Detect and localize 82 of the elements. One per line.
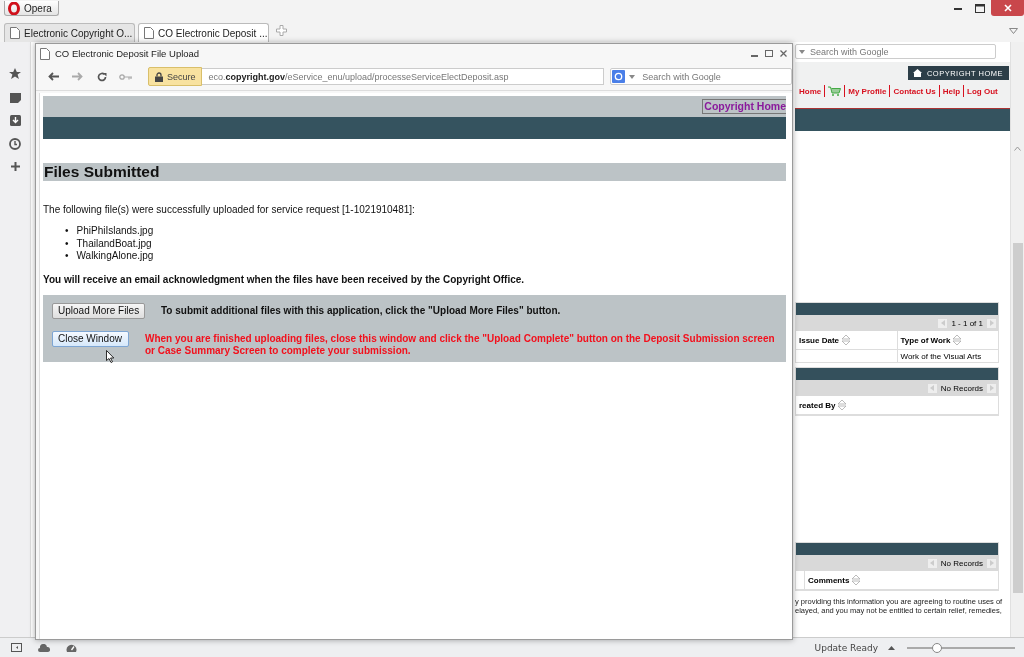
dropdown-caret-icon xyxy=(799,49,805,54)
security-badge[interactable]: Secure xyxy=(147,67,203,86)
file-name: ThailandBoat.jpg xyxy=(76,237,152,250)
nav-link[interactable]: Log Out xyxy=(967,86,998,96)
page-icon xyxy=(144,27,154,39)
cloud-icon[interactable] xyxy=(38,643,50,652)
left-arrow-icon xyxy=(930,560,935,566)
table-cell: Work of the Visual Arts xyxy=(896,350,998,362)
dropdown-caret-icon[interactable] xyxy=(629,74,636,79)
nav-link[interactable]: Help xyxy=(942,86,961,96)
scrollbar-thumb[interactable] xyxy=(1012,243,1023,593)
file-name: PhiPhiIslands.jpg xyxy=(76,225,154,238)
left-arrow-icon xyxy=(940,320,945,326)
plus-icon[interactable] xyxy=(10,162,20,171)
mouse-cursor-icon xyxy=(106,350,115,363)
notice-text: You will receive an email acknowledgment when the files have been received by the Copyright Office. xyxy=(43,273,526,285)
close-window-button[interactable]: Close Window xyxy=(52,330,129,347)
pager-text: 1 - 1 of 1 xyxy=(951,318,983,328)
right-arrow-icon xyxy=(989,320,994,326)
search-field[interactable]: Search with Google xyxy=(610,68,792,85)
scrollbar[interactable] xyxy=(1010,42,1024,637)
star-icon[interactable] xyxy=(9,68,21,80)
minimize-icon xyxy=(954,6,962,10)
search-field[interactable]: Search with Google xyxy=(795,44,996,59)
nav-link[interactable]: My Profile xyxy=(848,86,887,96)
browser-tab[interactable]: CO Electronic Deposit ... xyxy=(138,23,269,42)
nav-link[interactable]: Home xyxy=(799,86,822,96)
list-bullet: • xyxy=(65,237,69,250)
update-status-text[interactable]: Update Ready xyxy=(814,642,878,653)
pager-text: No Records xyxy=(940,383,983,393)
close-button[interactable] xyxy=(991,0,1024,16)
scroll-up-icon[interactable] xyxy=(1014,146,1021,151)
sort-icon[interactable] xyxy=(837,399,848,411)
back-icon[interactable] xyxy=(48,72,60,81)
lock-icon xyxy=(154,71,163,82)
opera-logo-icon xyxy=(8,1,20,15)
house-icon xyxy=(912,69,922,77)
search-engine-icon[interactable] xyxy=(612,70,626,83)
reload-icon[interactable] xyxy=(96,71,107,82)
browser-tab[interactable]: Electronic Copyright O... xyxy=(4,23,135,42)
speedometer-icon[interactable] xyxy=(66,642,77,653)
instruction-text: To submit additional files with this application, click the "Upload More Files" button. xyxy=(161,303,561,317)
sort-icon[interactable] xyxy=(952,334,963,346)
key-icon[interactable] xyxy=(119,73,133,80)
column-header[interactable]: Comments xyxy=(804,571,998,589)
maximize-icon[interactable] xyxy=(765,50,773,57)
triangle-up-icon[interactable] xyxy=(888,645,895,650)
page-icon xyxy=(10,27,20,39)
right-arrow-icon xyxy=(989,560,994,566)
page-icon xyxy=(40,47,50,60)
tab-menu-icon[interactable] xyxy=(1009,27,1018,34)
copyright-home-link[interactable]: Copyright Home xyxy=(702,99,786,114)
sort-icon[interactable] xyxy=(851,574,862,586)
forward-icon[interactable] xyxy=(72,72,84,81)
pager-text: No Records xyxy=(940,558,983,568)
nav-link[interactable]: Contact Us xyxy=(893,86,936,96)
maximize-icon xyxy=(975,3,985,13)
column-header[interactable]: Type of Work xyxy=(896,331,998,349)
close-icon xyxy=(1003,4,1012,12)
warning-text: When you are finished uploading files, close this window and click the "Upload Complete" button on the Deposit Submission screen or Case Summary Screen to complete your submission. xyxy=(145,331,776,357)
window-title: CO Electronic Deposit File Upload xyxy=(55,48,200,59)
right-arrow-icon xyxy=(989,385,994,391)
cart-icon[interactable] xyxy=(828,86,842,96)
upload-more-files-button[interactable]: Upload More Files xyxy=(52,302,145,319)
address-field[interactable]: eco.copyright.gov/eService_enu/upload/processeServiceElectDeposit.asp xyxy=(202,68,605,85)
list-bullet: • xyxy=(65,250,69,263)
intro-text: The following file(s) were successfully uploaded for service request [1-1021910481]: xyxy=(43,204,416,215)
note-icon[interactable] xyxy=(9,92,21,103)
sort-icon[interactable] xyxy=(841,334,852,346)
download-icon[interactable] xyxy=(9,115,21,126)
slider-thumb[interactable] xyxy=(932,642,943,653)
file-name: WalkingAlone.jpg xyxy=(76,250,154,263)
column-header[interactable]: reated By xyxy=(796,396,998,414)
list-bullet: • xyxy=(65,225,69,238)
panel-toggle-icon[interactable] xyxy=(11,643,22,652)
close-icon[interactable] xyxy=(780,50,787,57)
clock-icon[interactable] xyxy=(9,138,21,150)
column-header[interactable]: Issue Date xyxy=(796,331,897,349)
new-tab-icon[interactable] xyxy=(276,25,287,36)
opera-menu-button[interactable]: Opera xyxy=(4,1,59,16)
page-heading: Files Submitted xyxy=(43,163,786,181)
left-arrow-icon xyxy=(930,385,935,391)
